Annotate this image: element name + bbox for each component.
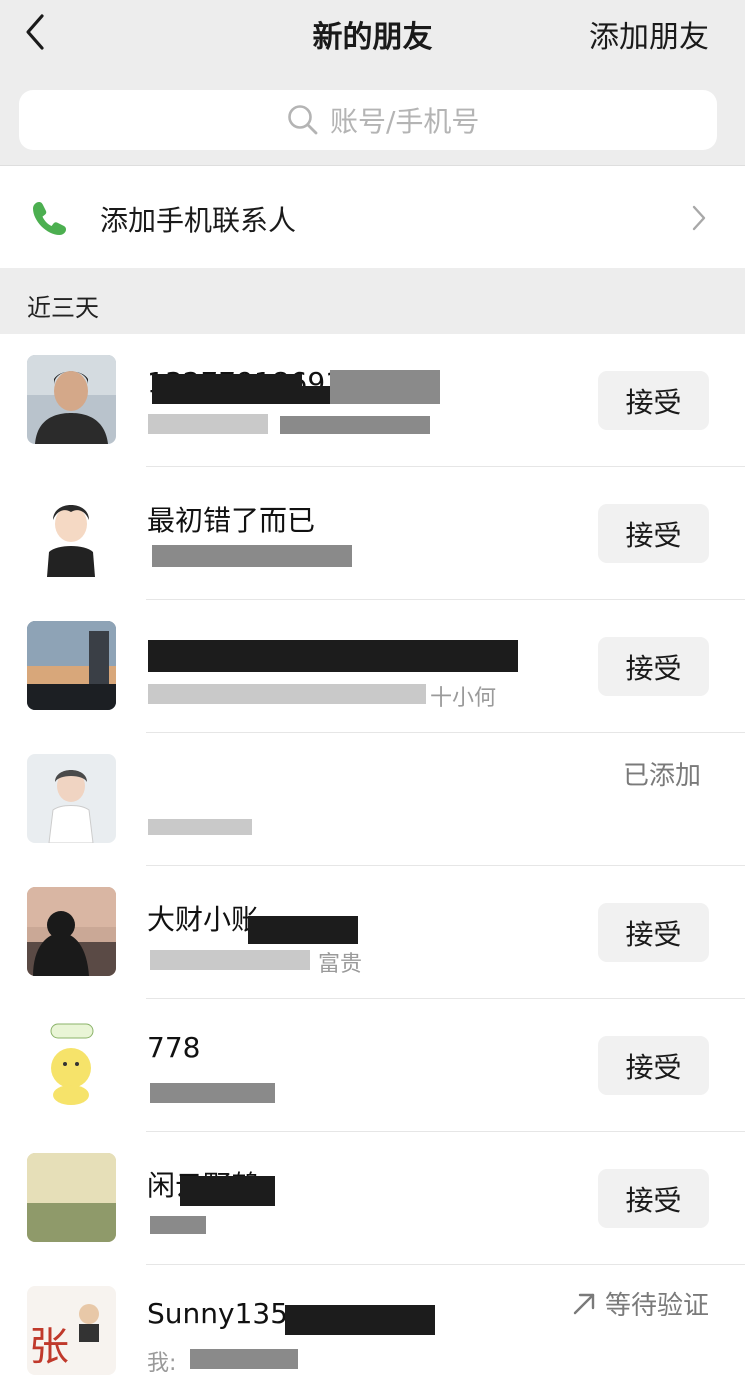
arrow-up-right-icon bbox=[573, 1293, 595, 1314]
friend-request-list: 13277918691 321 接受 最初错了而已 接受 bbox=[0, 334, 745, 1397]
privacy-mosaic bbox=[330, 370, 440, 404]
section-label: 近三天 bbox=[27, 294, 99, 322]
list-item[interactable]: 张 Sunny135 我: 等待验证 bbox=[0, 1265, 745, 1397]
search-input[interactable]: 账号/手机号 bbox=[19, 90, 717, 150]
avatar bbox=[27, 621, 116, 710]
add-phone-contacts-row[interactable]: 添加手机联系人 bbox=[0, 165, 745, 268]
waiting-status: 等待验证 bbox=[571, 1285, 709, 1322]
avatar bbox=[27, 488, 116, 577]
privacy-mosaic bbox=[180, 1176, 275, 1206]
privacy-mosaic bbox=[150, 1083, 275, 1103]
avatar bbox=[27, 355, 116, 444]
accept-button[interactable]: 接受 bbox=[598, 1036, 709, 1095]
request-subtitle: 十小何 bbox=[430, 686, 497, 711]
avatar: 张 bbox=[27, 1286, 116, 1375]
added-status: 已添加 bbox=[622, 761, 701, 791]
accept-button[interactable]: 接受 bbox=[598, 903, 709, 962]
privacy-mosaic bbox=[190, 1349, 298, 1369]
avatar bbox=[27, 1020, 116, 1109]
privacy-mosaic bbox=[280, 416, 430, 434]
list-item[interactable]: 778 接受 bbox=[0, 999, 745, 1132]
avatar bbox=[27, 754, 116, 843]
privacy-mosaic bbox=[150, 950, 310, 970]
request-subtitle: 我: bbox=[147, 1351, 177, 1376]
privacy-mosaic bbox=[148, 640, 518, 672]
accept-button[interactable]: 接受 bbox=[598, 637, 709, 696]
list-item[interactable]: 闲云野鹤 接受 bbox=[0, 1132, 745, 1265]
list-item[interactable]: 13277918691 321 接受 bbox=[0, 334, 745, 467]
section-header: 近三天 bbox=[0, 268, 745, 334]
privacy-mosaic bbox=[148, 819, 252, 835]
nav-header: 新的朋友 添加朋友 账号/手机号 bbox=[0, 0, 745, 165]
request-name: Sunny135 bbox=[147, 1297, 289, 1330]
chevron-right-icon bbox=[692, 205, 706, 231]
privacy-mosaic bbox=[285, 1305, 435, 1335]
phone-icon bbox=[33, 202, 66, 235]
list-item[interactable]: 十小何 接受 bbox=[0, 600, 745, 733]
privacy-mosaic bbox=[248, 916, 358, 944]
privacy-mosaic bbox=[150, 1216, 206, 1234]
avatar bbox=[27, 1153, 116, 1242]
accept-button[interactable]: 接受 bbox=[598, 371, 709, 430]
avatar bbox=[27, 887, 116, 976]
add-phone-contacts-label: 添加手机联系人 bbox=[100, 204, 297, 237]
privacy-mosaic bbox=[148, 414, 268, 434]
svg-text:张: 张 bbox=[29, 1324, 69, 1370]
list-item[interactable]: 最初错了而已 接受 bbox=[0, 467, 745, 600]
search-icon bbox=[288, 105, 318, 135]
list-item[interactable]: 大财小账 富贵 接受 bbox=[0, 866, 745, 999]
accept-button[interactable]: 接受 bbox=[598, 504, 709, 563]
request-name: 大财小账 bbox=[147, 903, 260, 936]
request-name: 最初错了而已 bbox=[147, 504, 316, 537]
privacy-mosaic bbox=[300, 386, 330, 404]
request-subtitle: 富贵 bbox=[318, 952, 363, 977]
privacy-mosaic bbox=[148, 684, 426, 704]
waiting-label: 等待验证 bbox=[604, 1291, 709, 1321]
privacy-mosaic bbox=[152, 545, 352, 567]
add-friend-button[interactable]: 添加朋友 bbox=[589, 12, 709, 56]
accept-button[interactable]: 接受 bbox=[598, 1169, 709, 1228]
privacy-mosaic bbox=[152, 374, 302, 404]
request-name: 778 bbox=[147, 1031, 201, 1064]
search-placeholder: 账号/手机号 bbox=[330, 105, 480, 138]
list-item[interactable]: 已添加 bbox=[0, 733, 745, 866]
